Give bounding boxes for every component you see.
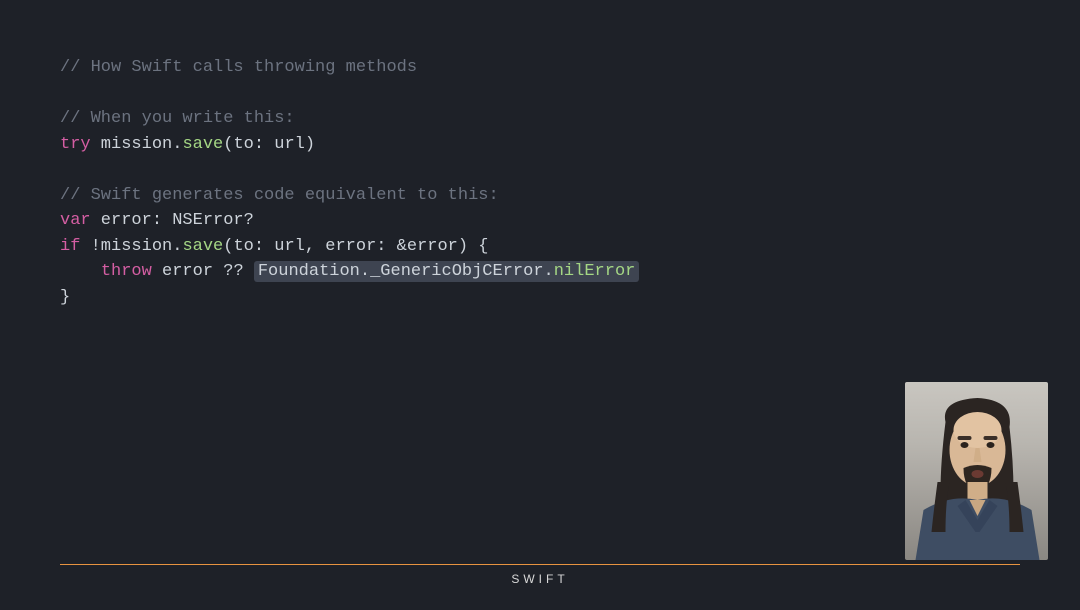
footer-divider	[60, 564, 1020, 565]
keyword-if: if	[60, 237, 80, 256]
keyword-var: var	[60, 211, 91, 230]
keyword-throw: throw	[101, 262, 152, 281]
keyword-try: try	[60, 135, 91, 154]
method-save: save	[182, 135, 223, 154]
comment-line: // When you write this:	[60, 109, 295, 128]
code-block: // How Swift calls throwing methods // W…	[0, 0, 1080, 310]
footer-label: SWIFT	[511, 572, 568, 586]
footer: SWIFT	[0, 567, 1080, 593]
comment-line: // How Swift calls throwing methods	[60, 58, 417, 77]
closing-brace: }	[60, 288, 70, 307]
comment-line: // Swift generates code equivalent to th…	[60, 186, 499, 205]
method-save: save	[182, 237, 223, 256]
highlighted-expression: Foundation._GenericObjCError.nilError	[254, 261, 640, 282]
speaker-video-thumbnail	[905, 382, 1048, 560]
